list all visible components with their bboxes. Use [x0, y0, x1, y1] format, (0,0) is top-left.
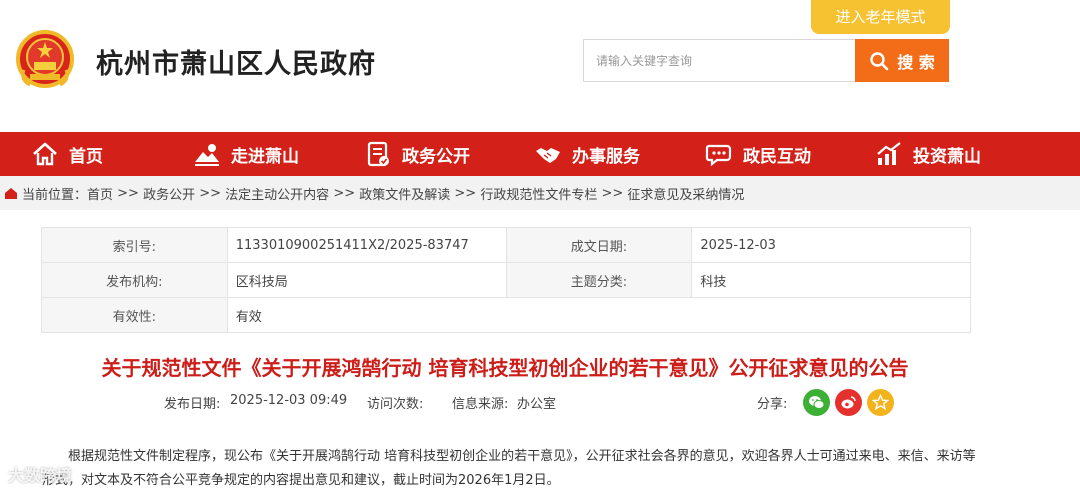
share-wechat-button[interactable]: [803, 389, 830, 416]
watermark-text: 大数跨境: [8, 466, 73, 485]
share-favorite-button[interactable]: [867, 389, 894, 416]
home-icon: [33, 142, 57, 166]
search-input[interactable]: [583, 39, 856, 82]
topic-label: 主题分类:: [505, 262, 693, 298]
nav-item-interaction[interactable]: 政民互动: [705, 132, 811, 176]
table-row: 有效性: 有效: [41, 297, 972, 333]
breadcrumb-policy[interactable]: 政策文件及解读: [359, 184, 450, 203]
site-title[interactable]: 杭州市萧山区人民政府: [96, 42, 376, 81]
search-button-label: 搜 索: [897, 52, 935, 72]
location-home-icon: [5, 188, 17, 199]
nav-item-services[interactable]: 办事服务: [534, 132, 640, 176]
wechat-icon: [809, 396, 825, 409]
nav-label: 政民互动: [743, 146, 811, 167]
chat-icon: [705, 144, 732, 167]
breadcrumb-separator: >>: [195, 185, 226, 201]
star-icon: [872, 394, 889, 411]
weibo-icon: [841, 396, 856, 409]
date-value: 2025-12-03: [691, 227, 971, 263]
breadcrumb: 当前位置： 首页 >> 政务公开 >> 法定主动公开内容 >> 政策文件及解读 …: [0, 176, 1080, 210]
landscape-icon: [195, 144, 219, 166]
elder-mode-button[interactable]: 进入老年模式: [811, 0, 950, 34]
breadcrumb-normative[interactable]: 行政规范性文件专栏: [480, 184, 597, 203]
publish-date-label: 发布日期:: [164, 397, 221, 412]
article-title: 关于规范性文件《关于开展鸿鹄行动 培育科技型初创企业的若干意见》公开征求意见的公…: [101, 356, 909, 380]
breadcrumb-home[interactable]: 首页: [87, 184, 113, 203]
nav-item-about[interactable]: 走进萧山: [193, 132, 299, 176]
breadcrumb-separator: >>: [113, 185, 144, 201]
index-no-value: 1133010900251411X2/2025-83747: [226, 227, 507, 263]
article-body: 根据规范性文件制定程序，现公布《关于开展鸿鹄行动 培育科技型初创企业的若干意见》…: [42, 449, 976, 488]
search-button[interactable]: 搜 索: [855, 39, 949, 82]
source-label: 信息来源:: [452, 397, 509, 412]
publisher-label: 发布机构:: [41, 262, 228, 298]
national-emblem-icon: [16, 30, 74, 88]
nav-item-investment[interactable]: 投资萧山: [875, 132, 981, 176]
table-row: 索引号: 1133010900251411X2/2025-83747 成文日期:…: [41, 227, 971, 263]
breadcrumb-prefix: 当前位置：: [22, 187, 88, 203]
breadcrumb-consultation[interactable]: 征求意见及采纳情况: [627, 184, 744, 203]
main-nav: 首页 走进萧山 政务公开 办事服务 政民互动 投资萧山: [0, 132, 1080, 176]
nav-label: 投资萧山: [913, 146, 981, 167]
nav-label: 政务公开: [402, 146, 470, 167]
source-value: 办公室: [517, 397, 557, 412]
nav-label: 首页: [69, 146, 103, 167]
visits-label: 访问次数:: [367, 397, 424, 412]
date-label: 成文日期:: [505, 227, 693, 263]
table-row: 发布机构: 区科技局 主题分类: 科技: [41, 262, 971, 298]
nav-item-home[interactable]: 首页: [31, 132, 103, 176]
nav-label: 走进萧山: [231, 146, 299, 167]
document-meta-table: 索引号: 1133010900251411X2/2025-83747 成文日期:…: [41, 227, 972, 333]
breadcrumb-gov-affairs[interactable]: 政务公开: [143, 184, 195, 203]
nav-item-gov-affairs[interactable]: 政务公开: [364, 132, 470, 176]
breadcrumb-separator: >>: [450, 185, 481, 201]
breadcrumb-statutory[interactable]: 法定主动公开内容: [225, 184, 329, 203]
nav-label: 办事服务: [572, 146, 640, 167]
topic-value: 科技: [691, 262, 971, 298]
validity-label: 有效性:: [41, 297, 228, 333]
breadcrumb-separator: >>: [597, 185, 628, 201]
publisher-value: 区科技局: [226, 262, 507, 298]
search-icon: [870, 51, 889, 70]
site-header: 杭州市萧山区人民政府 进入老年模式 搜 索: [0, 0, 1080, 132]
validity-value: 有效: [226, 297, 972, 333]
breadcrumb-separator: >>: [329, 185, 360, 201]
share-label: 分享:: [757, 397, 788, 412]
handshake-icon: [536, 148, 560, 163]
chart-icon: [877, 142, 901, 165]
document-icon: [367, 141, 389, 167]
share-weibo-button[interactable]: [835, 389, 862, 416]
publish-date-value: 2025-12-03 09:49: [230, 393, 348, 408]
index-no-label: 索引号:: [41, 227, 228, 263]
